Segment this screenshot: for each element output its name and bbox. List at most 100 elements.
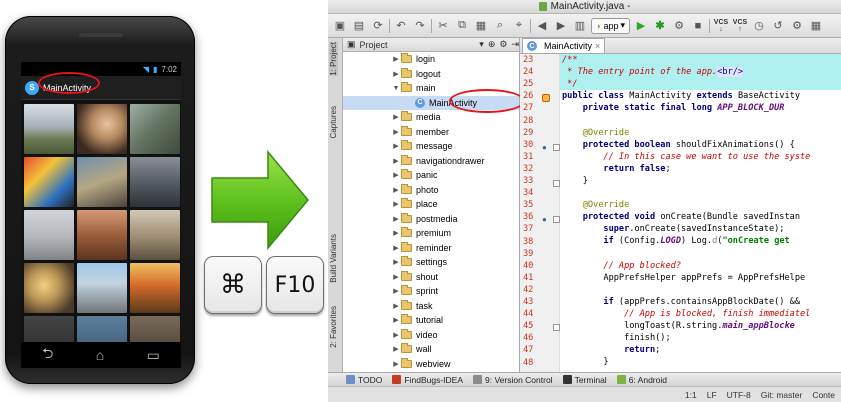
code-line[interactable]: @Override — [560, 127, 841, 139]
photo-thumbnail[interactable] — [24, 157, 74, 207]
expand-right-icon[interactable]: ▶ — [391, 200, 401, 208]
fold-icon[interactable] — [553, 180, 560, 187]
attach-debugger-icon[interactable]: ⚙ — [671, 18, 687, 34]
expand-right-icon[interactable]: ▶ — [391, 128, 401, 136]
debug-icon[interactable]: ✱ — [652, 18, 668, 34]
code-line[interactable] — [560, 284, 841, 296]
tree-item[interactable]: ▶ task — [343, 299, 519, 314]
replace-icon[interactable]: ⌖ — [511, 18, 527, 34]
copy-icon[interactable]: ⧉ — [454, 18, 470, 34]
expand-right-icon[interactable]: ▶ — [391, 360, 401, 368]
code-line[interactable]: super .onCreate(savedInstanceState); — [560, 223, 841, 235]
findbugs-tool[interactable]: FindBugs-IDEA — [392, 375, 463, 385]
run-config-select[interactable]: ◗ app ▾ — [591, 17, 630, 34]
tab-build-variants[interactable]: Build Variants — [329, 234, 338, 283]
close-icon[interactable]: × — [595, 41, 600, 51]
code-line[interactable]: longToast(R.string. main_appBlocke — [560, 320, 841, 332]
photo-thumbnail[interactable] — [77, 104, 127, 154]
expand-right-icon[interactable]: ▶ — [391, 273, 401, 281]
save-icon[interactable]: ▤ — [351, 18, 367, 34]
tree-item[interactable]: ▶ tutorial — [343, 313, 519, 328]
paste-icon[interactable]: ▦ — [473, 18, 489, 34]
code-line[interactable] — [560, 114, 841, 126]
photo-thumbnail[interactable] — [130, 210, 180, 260]
make-icon[interactable]: ▥ — [572, 18, 588, 34]
photo-thumbnail[interactable] — [130, 263, 180, 313]
code-line[interactable]: protected void onCreate(Bundle savedInst… — [560, 211, 841, 223]
expand-right-icon[interactable]: ▶ — [391, 244, 401, 252]
expand-right-icon[interactable]: ▶ — [391, 215, 401, 223]
tree-item[interactable]: ▶ wall — [343, 342, 519, 357]
tab-favorites[interactable]: 2: Favorites — [329, 306, 338, 348]
code-line[interactable]: private static final long APP_BLOCK_DUR — [560, 102, 841, 114]
code-line[interactable]: if (appPrefs.containsAppBlockDate() && — [560, 296, 841, 308]
undo-icon[interactable]: ↶ — [393, 18, 409, 34]
tree-item[interactable]: ▶ logout — [343, 67, 519, 82]
app-logo-icon[interactable]: S — [25, 80, 39, 95]
breakpoint-icon[interactable] — [542, 94, 550, 102]
back-nav-icon[interactable]: ◀ — [534, 18, 550, 34]
recents-icon[interactable]: ▭ — [147, 347, 160, 364]
find-icon[interactable]: ⌕ — [492, 18, 508, 34]
settings-icon[interactable]: ⚙ — [789, 18, 805, 34]
photo-thumbnail[interactable] — [130, 157, 180, 207]
open-folder-icon[interactable]: ▣ — [332, 18, 348, 34]
tree-item[interactable]: ▶ message — [343, 139, 519, 154]
expand-right-icon[interactable]: ▶ — [391, 229, 401, 237]
fold-icon[interactable] — [553, 216, 560, 223]
code-line[interactable]: // App blocked? — [560, 260, 841, 272]
version-control-tool[interactable]: 9: Version Control — [473, 375, 553, 385]
code-line[interactable] — [560, 187, 841, 199]
editor-tab-mainactivity[interactable]: C MainActivity × — [522, 38, 606, 53]
code-line[interactable]: protected boolean shouldFixAnimations() … — [560, 139, 841, 151]
tree-item[interactable]: ▶ panic — [343, 168, 519, 183]
tree-item[interactable]: ▶ shout — [343, 270, 519, 285]
revert-icon[interactable]: ↺ — [770, 18, 786, 34]
expand-right-icon[interactable]: ▶ — [391, 171, 401, 179]
expand-right-icon[interactable]: ▶ — [391, 258, 401, 266]
code-line[interactable]: return false; — [560, 163, 841, 175]
photo-thumbnail[interactable] — [77, 263, 127, 313]
fold-icon[interactable] — [553, 324, 560, 331]
hide-panel-icon[interactable]: ⇥ — [511, 39, 519, 50]
chevron-down-icon[interactable]: ▾ — [479, 39, 484, 50]
caret-position[interactable]: 1:1 — [685, 390, 697, 400]
todo-tool[interactable]: TODO — [346, 375, 382, 385]
expand-right-icon[interactable]: ▶ — [391, 287, 401, 295]
code-line[interactable]: /** — [560, 54, 841, 67]
tree-item[interactable]: ▶ reminder — [343, 241, 519, 256]
tree-item[interactable]: ▶ settings — [343, 255, 519, 270]
expand-right-icon[interactable]: ▶ — [391, 113, 401, 121]
code-area[interactable]: /** * The entry point of the app. <br/> *… — [560, 54, 841, 372]
code-line[interactable]: * The entry point of the app. <br/> — [560, 66, 841, 79]
expand-right-icon[interactable]: ▶ — [391, 186, 401, 194]
photo-thumbnail[interactable] — [24, 263, 74, 313]
context-indicator[interactable]: Conte — [812, 390, 835, 400]
code-line[interactable]: @Override — [560, 199, 841, 211]
tree-item[interactable]: ▶ photo — [343, 183, 519, 198]
tree-item[interactable]: ▶ place — [343, 197, 519, 212]
expand-right-icon[interactable]: ▶ — [391, 302, 401, 310]
code-line[interactable]: if (Config. LOGD) Log. d("onCreate get — [560, 235, 841, 247]
tree-item[interactable]: ▶ member — [343, 125, 519, 140]
override-marker-icon[interactable]: ● — [542, 215, 550, 224]
override-marker-icon[interactable]: ● — [542, 143, 550, 152]
vcs-update-icon[interactable]: VCS ↓ — [713, 18, 729, 34]
expand-right-icon[interactable]: ▶ — [391, 345, 401, 353]
project-structure-icon[interactable]: ▦ — [808, 18, 824, 34]
code-line[interactable]: } — [560, 356, 841, 368]
gear-icon[interactable]: ⚙ — [499, 39, 507, 50]
tree-item[interactable]: ▶ login — [343, 52, 519, 67]
tab-project[interactable]: 1: Project — [329, 42, 338, 76]
redo-icon[interactable]: ↷ — [412, 18, 428, 34]
tree-item[interactable]: ▶ postmedia — [343, 212, 519, 227]
photo-thumbnail[interactable] — [24, 210, 74, 260]
photo-thumbnail[interactable] — [130, 104, 180, 154]
tree-item[interactable]: ▶ navigationdrawer — [343, 154, 519, 169]
stop-icon[interactable]: ■ — [690, 18, 706, 34]
tree-item[interactable]: ▶ premium — [343, 226, 519, 241]
tab-captures[interactable]: Captures — [329, 106, 338, 138]
expand-right-icon[interactable]: ▶ — [391, 70, 401, 78]
run-icon[interactable]: ▶ — [633, 18, 649, 34]
code-line[interactable] — [560, 248, 841, 260]
